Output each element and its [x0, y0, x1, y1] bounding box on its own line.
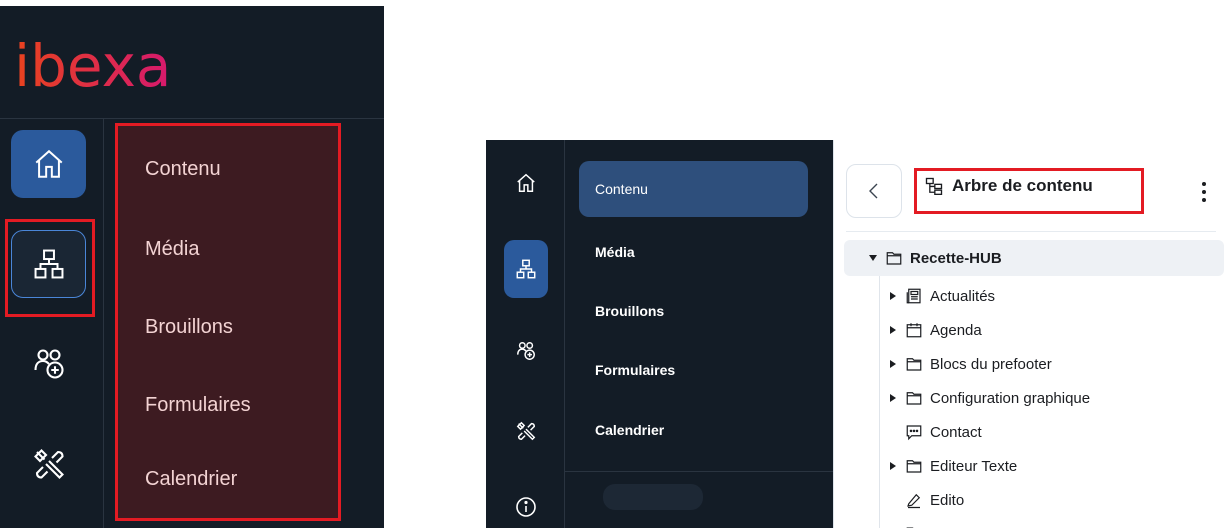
tree-item-label: Recette-HUB [910, 249, 1002, 267]
tree-item-label: Edito [930, 491, 965, 509]
home-icon [517, 173, 535, 192]
tree-item-blocs-du-prefooter[interactable]: Blocs du prefooter [888, 352, 1052, 376]
left-menu-item-calendrier[interactable]: Calendrier [145, 468, 237, 491]
tree-item-label: Editeur Texte [930, 457, 1018, 475]
home-button[interactable] [11, 130, 86, 198]
tree-item-edito[interactable]: Edito [905, 488, 964, 512]
tree-guide-line [879, 276, 880, 528]
content-tree-icon [925, 177, 943, 195]
chevron-left-icon [869, 183, 878, 199]
tree-item-agenda[interactable]: Agenda [888, 318, 982, 342]
menu-item-brouillons[interactable]: Brouillons [579, 283, 808, 339]
menu-item-calendrier[interactable]: Calendrier [579, 402, 808, 458]
tree-header: Arbre de contenu [924, 176, 1093, 196]
tools-icon [516, 421, 536, 441]
calendar-icon [906, 323, 922, 338]
tree-item-label: Blocs du prefooter [930, 355, 1052, 373]
tree-item-label: Configuration graphique [930, 389, 1091, 407]
tree-item-label: Agenda [930, 321, 982, 339]
caret-right-icon[interactable] [888, 292, 898, 300]
users-icon [33, 349, 64, 379]
folder-icon [906, 460, 922, 473]
admin-ui-view: Contenu Média Brouillons Formulaires Cal… [486, 140, 1225, 528]
tools-icon [33, 449, 64, 479]
tree-item-label: Actualités [930, 287, 996, 305]
content-tree-button[interactable] [504, 240, 548, 298]
highlight-box-icon [5, 219, 95, 317]
info-button[interactable] [504, 478, 548, 528]
left-menu-item-formulaires[interactable]: Formulaires [145, 394, 251, 417]
tree-item-label: Contact [930, 423, 982, 441]
content-tree-panel: Arbre de contenu Recette-HUB Actualités … [833, 140, 1225, 528]
folder-icon [886, 252, 902, 265]
svg-text:ibexa: ibexa [14, 34, 171, 100]
pen-icon [907, 493, 921, 509]
main-menu: Contenu Média Brouillons Formulaires Cal… [564, 140, 834, 528]
left-menu-item-media[interactable]: Média [145, 238, 199, 261]
tools-button[interactable] [504, 402, 548, 460]
left-menu-item-contenu[interactable]: Contenu [145, 158, 221, 181]
menu-item-media[interactable]: Média [579, 224, 808, 280]
message-icon [906, 425, 922, 441]
tree-title: Arbre de contenu [952, 176, 1093, 195]
info-icon [516, 497, 536, 517]
caret-down-icon[interactable] [868, 255, 878, 261]
menu-item-contenu[interactable]: Contenu [579, 161, 808, 217]
ibexa-logo: ibexa [14, 34, 171, 100]
menu-item-formulaires[interactable]: Formulaires [579, 342, 808, 398]
tree-root[interactable]: Recette-HUB [868, 246, 1002, 270]
content-tree-icon [516, 259, 536, 279]
folder-icon [906, 392, 922, 405]
users-icon [517, 342, 535, 360]
users-button[interactable] [11, 330, 86, 398]
folder-icon [906, 527, 914, 528]
tree-item-contact[interactable]: Contact [905, 420, 982, 444]
zoomed-sidebar: ibexa Contenu Média Brouillons Formulair… [0, 6, 384, 528]
home-icon [35, 149, 62, 178]
users-button[interactable] [504, 322, 548, 380]
left-menu-item-brouillons[interactable]: Brouillons [145, 316, 233, 339]
divider [846, 231, 1216, 232]
caret-right-icon[interactable] [888, 360, 898, 368]
collapse-button[interactable] [846, 164, 902, 218]
tree-item-actualites[interactable]: Actualités [888, 284, 995, 308]
main-rail [486, 140, 564, 528]
blurred-user-item [603, 484, 703, 510]
more-options-icon[interactable] [1196, 180, 1212, 204]
news-icon [906, 288, 921, 304]
tree-item-partial [888, 521, 923, 528]
caret-right-icon[interactable] [888, 462, 898, 470]
divider [565, 471, 834, 472]
folder-icon [906, 358, 922, 371]
tools-button[interactable] [11, 430, 86, 498]
tree-item-editeur-texte[interactable]: Editeur Texte [888, 454, 1017, 478]
left-rail [0, 118, 104, 528]
caret-right-icon[interactable] [888, 394, 898, 402]
caret-right-icon[interactable] [888, 326, 898, 334]
tree-item-configuration-graphique[interactable]: Configuration graphique [888, 386, 1090, 410]
home-button[interactable] [504, 154, 548, 212]
